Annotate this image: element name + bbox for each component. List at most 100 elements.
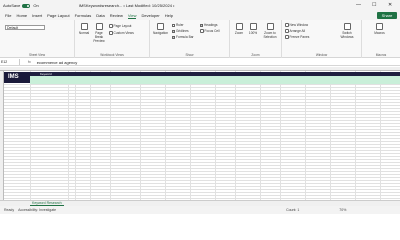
focus-cell-button[interactable]: Focus Cell (200, 29, 220, 33)
menu-help[interactable]: Help (165, 13, 173, 18)
ruler-checkbox[interactable]: Ruler (172, 23, 184, 27)
switch-windows-button[interactable]: Switch Windows (337, 23, 357, 39)
formula-bar-checkbox[interactable]: ✓Formula Bar (172, 35, 194, 39)
group-label-show: Show (185, 53, 194, 57)
gridline-row (4, 138, 400, 139)
gridline-col (305, 71, 306, 205)
gridline-col (330, 71, 331, 205)
close-button[interactable]: ✕ (388, 2, 392, 8)
group-zoom: Zoom 100% Zoom to Selection Zoom (230, 20, 282, 58)
menu-formulas[interactable]: Formulas (75, 13, 92, 18)
gridline-row (4, 99, 400, 100)
new-window-button[interactable]: New Window (285, 23, 308, 27)
gridline-row (4, 192, 400, 193)
status-bar: Ready Accessibility: Investigate Count: … (0, 206, 400, 214)
zoom-selection-icon (266, 23, 274, 30)
gridline-row (4, 132, 400, 133)
gridline-row (4, 96, 400, 97)
gridline-row (4, 174, 400, 175)
gridline-row (4, 180, 400, 181)
share-button[interactable]: Share (377, 12, 397, 19)
menu-home[interactable]: Home (16, 13, 27, 18)
column-headers (0, 67, 400, 71)
menu-developer[interactable]: Developer (141, 13, 159, 18)
navigation-icon (157, 23, 164, 30)
gridline-row (4, 90, 400, 91)
menu-view[interactable]: View (127, 13, 137, 19)
page-layout-button[interactable]: Page Layout (109, 24, 131, 28)
group-workbook-views: Normal Page Break Preview Page Layout Cu… (75, 20, 150, 58)
page-layout-icon (109, 24, 113, 28)
gridline-col (380, 71, 381, 205)
menu-data[interactable]: Data (96, 13, 104, 18)
gridline-row (4, 135, 400, 136)
sheet-view-dropdown[interactable]: Default (5, 25, 45, 30)
menu-review[interactable]: Review (110, 13, 123, 18)
gridline-row (4, 117, 400, 118)
gridline-row (4, 189, 400, 190)
gridline-col (30, 71, 31, 205)
arrange-all-button[interactable]: Arrange All (285, 29, 305, 33)
gridline-row (4, 171, 400, 172)
menu-bar: File Home Insert Page Layout Formulas Da… (0, 11, 400, 20)
minimize-button[interactable]: — (356, 2, 361, 8)
focus-cell-icon (200, 29, 204, 33)
magnifier-icon (235, 23, 243, 30)
accessibility-status[interactable]: Accessibility: Investigate (18, 208, 56, 212)
normal-view-button[interactable]: Normal (78, 23, 90, 35)
group-label-sheet-view: Sheet View (28, 53, 46, 57)
gridline-row (4, 162, 400, 163)
menu-page-layout[interactable]: Page Layout (47, 13, 69, 18)
spreadsheet-grid[interactable]: IMS Keyword (0, 67, 400, 205)
maximize-button[interactable]: ☐ (372, 2, 376, 8)
gridline-col (215, 71, 216, 205)
formula-input[interactable]: ecommerce ad agency (37, 60, 77, 65)
gridline-col (110, 71, 111, 205)
autosave-toggle[interactable] (22, 3, 31, 8)
zoom-button[interactable]: Zoom (233, 23, 245, 35)
status-count: Count: 1 (286, 208, 300, 212)
gridline-row (4, 87, 400, 88)
gridline-row (4, 177, 400, 178)
freeze-panes-button[interactable]: Freeze Panes (285, 35, 309, 39)
fx-icon[interactable]: fx (28, 60, 31, 64)
green-header-row (30, 76, 400, 84)
page-break-icon (95, 23, 103, 30)
custom-views-button[interactable]: Custom Views (109, 31, 134, 35)
switch-windows-icon (343, 23, 351, 30)
menu-insert[interactable]: Insert (32, 13, 42, 18)
zoom-100-button[interactable]: 100% (247, 23, 259, 35)
gridline-row (4, 102, 400, 103)
normal-view-icon (80, 23, 88, 30)
gridline-col (280, 71, 281, 205)
gridline-row (4, 105, 400, 106)
headings-checkbox[interactable]: ✓Headings (200, 23, 217, 27)
menu-file[interactable]: File (5, 13, 11, 18)
gridline-row (4, 168, 400, 169)
zoom-level[interactable]: 70% (339, 208, 346, 212)
page-break-preview-button[interactable]: Page Break Preview (91, 23, 107, 43)
macros-icon (376, 23, 383, 30)
group-label-workbook-views: Workbook Views (100, 53, 124, 57)
gridline-col (355, 71, 356, 205)
group-label-zoom: Zoom (251, 53, 260, 57)
group-sheet-view: Default Sheet View (0, 20, 75, 58)
gridlines-checkbox[interactable]: ✓Gridlines (172, 29, 189, 33)
gridline-row (4, 195, 400, 196)
status-ready: Ready (4, 208, 15, 212)
gridline-row (4, 186, 400, 187)
title-bar: AutoSave On IMSKeywordsresearch... • Las… (0, 0, 400, 11)
zoom-selection-button[interactable]: Zoom to Selection (261, 23, 279, 39)
macros-button[interactable]: Macros (372, 23, 387, 35)
name-box[interactable]: E12 (0, 59, 20, 65)
keyword-header: Keyword (40, 72, 52, 76)
ims-logo: IMS (4, 72, 30, 83)
custom-views-icon (109, 31, 113, 35)
navigation-button[interactable]: Navigation (153, 23, 168, 35)
gridline-row (4, 126, 400, 127)
arrange-all-icon (285, 29, 289, 33)
gridline-row (4, 159, 400, 160)
gridline-row (4, 150, 400, 151)
gridline-row (4, 114, 400, 115)
gridline-row (4, 198, 400, 199)
